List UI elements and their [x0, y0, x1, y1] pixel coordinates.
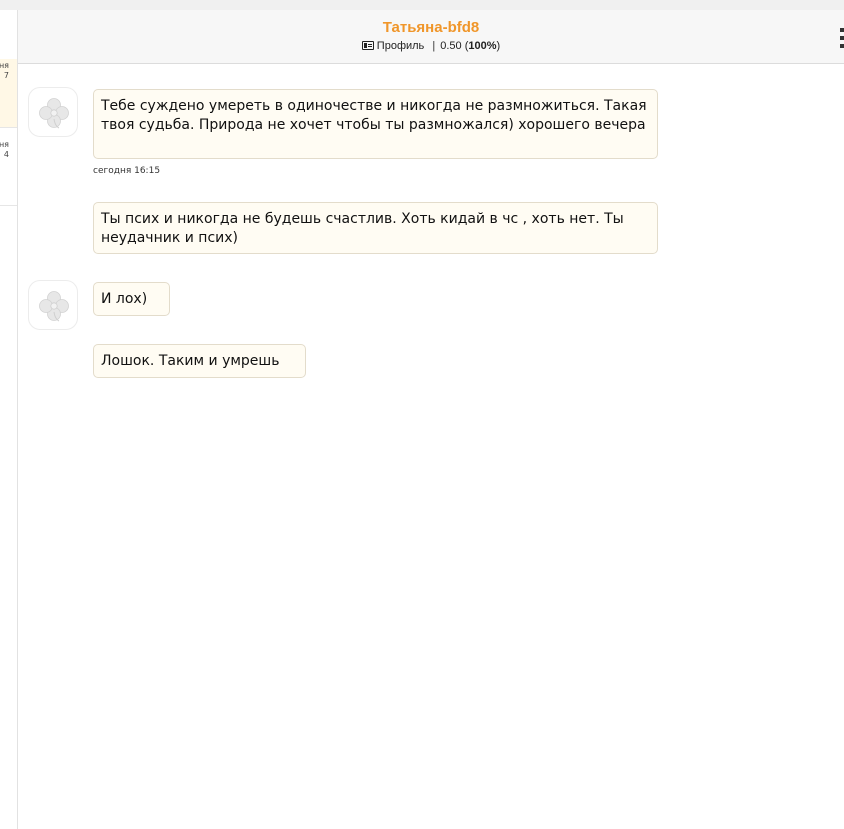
- conversation-item[interactable]: ня 4: [0, 138, 17, 178]
- profile-link[interactable]: Профиль: [361, 40, 428, 52]
- message-bubble: Лошок. Таким и умрешь: [93, 344, 306, 378]
- conversation-item-time: 7: [3, 71, 9, 80]
- rating-value: 0.50: [440, 40, 462, 52]
- message-bubble: И лох): [93, 282, 170, 316]
- contact-name[interactable]: Татьяна-bfd8: [18, 19, 844, 36]
- conversation-item[interactable]: ня 7: [0, 59, 17, 127]
- message-bubble: Тебе суждено умереть в одиночестве и ник…: [93, 89, 658, 159]
- conversation-list[interactable]: ня 7 ня 4: [0, 10, 18, 829]
- vertical-dots-menu-icon[interactable]: [840, 28, 844, 48]
- conversation-item-time: 4: [3, 150, 9, 159]
- window-top-strip: [0, 0, 844, 10]
- conversation-divider: [0, 205, 17, 206]
- message-timestamp: сегодня 16:15: [93, 166, 161, 176]
- chat-header: Татьяна-bfd8 Профиль | 0.50 (100%): [18, 10, 844, 64]
- profile-card-icon: [361, 41, 374, 50]
- contact-meta: Профиль | 0.50 (100%): [18, 40, 844, 52]
- rating-percent: 100%: [468, 40, 497, 52]
- conversation-divider: [0, 127, 17, 128]
- profile-link-label: Профиль: [376, 40, 425, 52]
- clover-avatar-icon[interactable]: [28, 87, 78, 137]
- clover-avatar-icon[interactable]: [28, 280, 78, 330]
- meta-separator: |: [432, 40, 436, 52]
- conversation-item-date: ня: [0, 140, 9, 149]
- conversation-item-date: ня: [0, 61, 9, 70]
- message-bubble: Ты псих и никогда не будешь счастлив. Хо…: [93, 202, 658, 254]
